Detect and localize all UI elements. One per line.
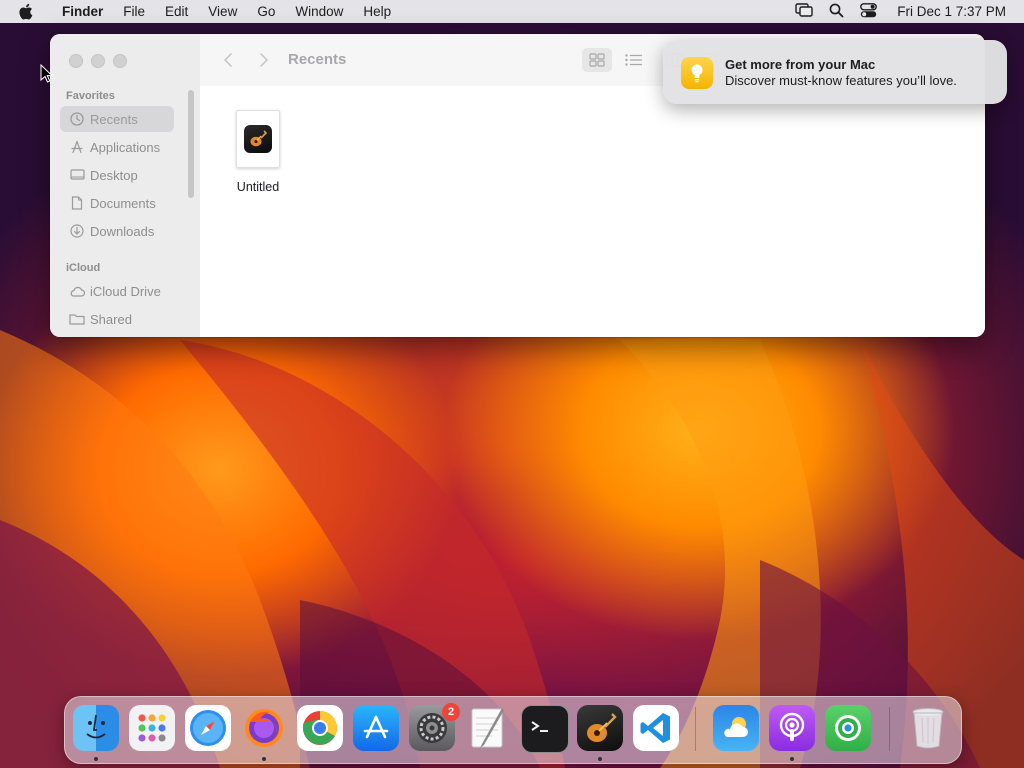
sidebar-item-label: Applications (90, 139, 161, 155)
spotlight-search-icon[interactable] (829, 3, 844, 21)
dock-app-store-icon[interactable] (353, 705, 399, 751)
menu-file[interactable]: File (113, 4, 155, 19)
finder-sidebar: Favorites Recents Applications Desktop D… (50, 34, 201, 337)
menu-help[interactable]: Help (353, 4, 401, 19)
dock-running-indicator (598, 757, 602, 761)
dock-terminal-icon[interactable] (521, 705, 569, 753)
screen-mirroring-icon[interactable] (795, 3, 813, 20)
dock-safari-icon[interactable] (185, 705, 231, 751)
dock-garageband-icon[interactable] (577, 705, 623, 751)
shared-folder-icon (69, 311, 85, 327)
notification-body: Discover must-know features you’ll love. (725, 73, 957, 88)
dock-weather-icon[interactable] (713, 705, 759, 751)
control-center-icon[interactable] (860, 2, 878, 21)
apple-menu-icon[interactable] (18, 3, 38, 20)
window-title: Recents (288, 51, 347, 68)
dock-separator (695, 707, 696, 751)
sidebar-item-label: iCloud Drive (90, 283, 161, 299)
sidebar-item-label: Downloads (90, 223, 155, 239)
notification-banner[interactable]: Get more from your Mac Discover must-kno… (663, 40, 1007, 104)
sidebar-item-label: Shared (90, 311, 132, 327)
dock-running-indicator (790, 757, 794, 761)
document-icon (69, 195, 85, 211)
dock: 2 (64, 696, 962, 764)
dock-vscode-icon[interactable] (633, 705, 679, 751)
clock-icon (69, 111, 85, 127)
sidebar-item-documents[interactable]: Documents (60, 190, 174, 216)
dock-podcasts-icon[interactable] (769, 705, 815, 751)
forward-chevron-icon[interactable] (254, 50, 274, 70)
mouse-cursor-icon (40, 63, 54, 88)
minimize-window-button[interactable] (91, 54, 105, 68)
dock-launchpad-icon[interactable] (129, 705, 175, 751)
lightbulb-icon (681, 57, 713, 89)
sidebar-item-shared[interactable]: Shared (60, 306, 174, 332)
download-icon (69, 223, 85, 239)
menu-bar: Finder File Edit View Go Window Help Fri… (0, 0, 1024, 23)
file-item[interactable]: Untitled (230, 110, 286, 194)
icon-view-grid-icon[interactable] (582, 48, 612, 72)
list-view-icon[interactable] (619, 48, 649, 72)
desktop-icon (69, 167, 85, 183)
window-controls (69, 54, 127, 68)
menu-view[interactable]: View (198, 4, 247, 19)
sidebar-scrollbar[interactable] (188, 90, 194, 198)
file-name: Untitled (236, 180, 280, 194)
dock-separator (889, 707, 890, 751)
menu-bar-clock[interactable]: Fri Dec 1 7:37 PM (897, 4, 1006, 19)
sidebar-item-label: Desktop (90, 167, 138, 183)
back-chevron-icon[interactable] (218, 50, 238, 70)
cloud-icon (69, 283, 85, 299)
sidebar-item-recents[interactable]: Recents (60, 106, 174, 132)
applications-icon (69, 139, 85, 155)
sidebar-heading-icloud: iCloud (66, 262, 101, 274)
dock-finder-icon[interactable] (73, 705, 119, 751)
menu-go[interactable]: Go (247, 4, 285, 19)
dock-running-indicator (94, 757, 98, 761)
sidebar-item-applications[interactable]: Applications (60, 134, 174, 160)
sidebar-item-label: Recents (90, 111, 138, 127)
finder-content-area: Untitled (200, 86, 985, 337)
sidebar-item-downloads[interactable]: Downloads (60, 218, 174, 244)
sidebar-item-label: Documents (90, 195, 156, 211)
menu-app-name[interactable]: Finder (52, 4, 113, 19)
notification-title: Get more from your Mac (725, 57, 876, 72)
dock-chrome-icon[interactable] (297, 705, 343, 751)
sidebar-item-icloud-drive[interactable]: iCloud Drive (60, 278, 174, 304)
dock-firefox-icon[interactable] (241, 705, 287, 751)
dock-find-my-icon[interactable] (825, 705, 871, 751)
garageband-document-icon (236, 110, 280, 168)
dock-textedit-icon[interactable] (465, 705, 511, 751)
notification-badge: 2 (442, 703, 460, 721)
close-window-button[interactable] (69, 54, 83, 68)
sidebar-item-desktop[interactable]: Desktop (60, 162, 174, 188)
zoom-window-button[interactable] (113, 54, 127, 68)
dock-running-indicator (262, 757, 266, 761)
dock-trash-icon[interactable] (905, 705, 951, 751)
sidebar-heading-favorites: Favorites (66, 90, 115, 102)
menu-window[interactable]: Window (285, 4, 353, 19)
menu-edit[interactable]: Edit (155, 4, 198, 19)
